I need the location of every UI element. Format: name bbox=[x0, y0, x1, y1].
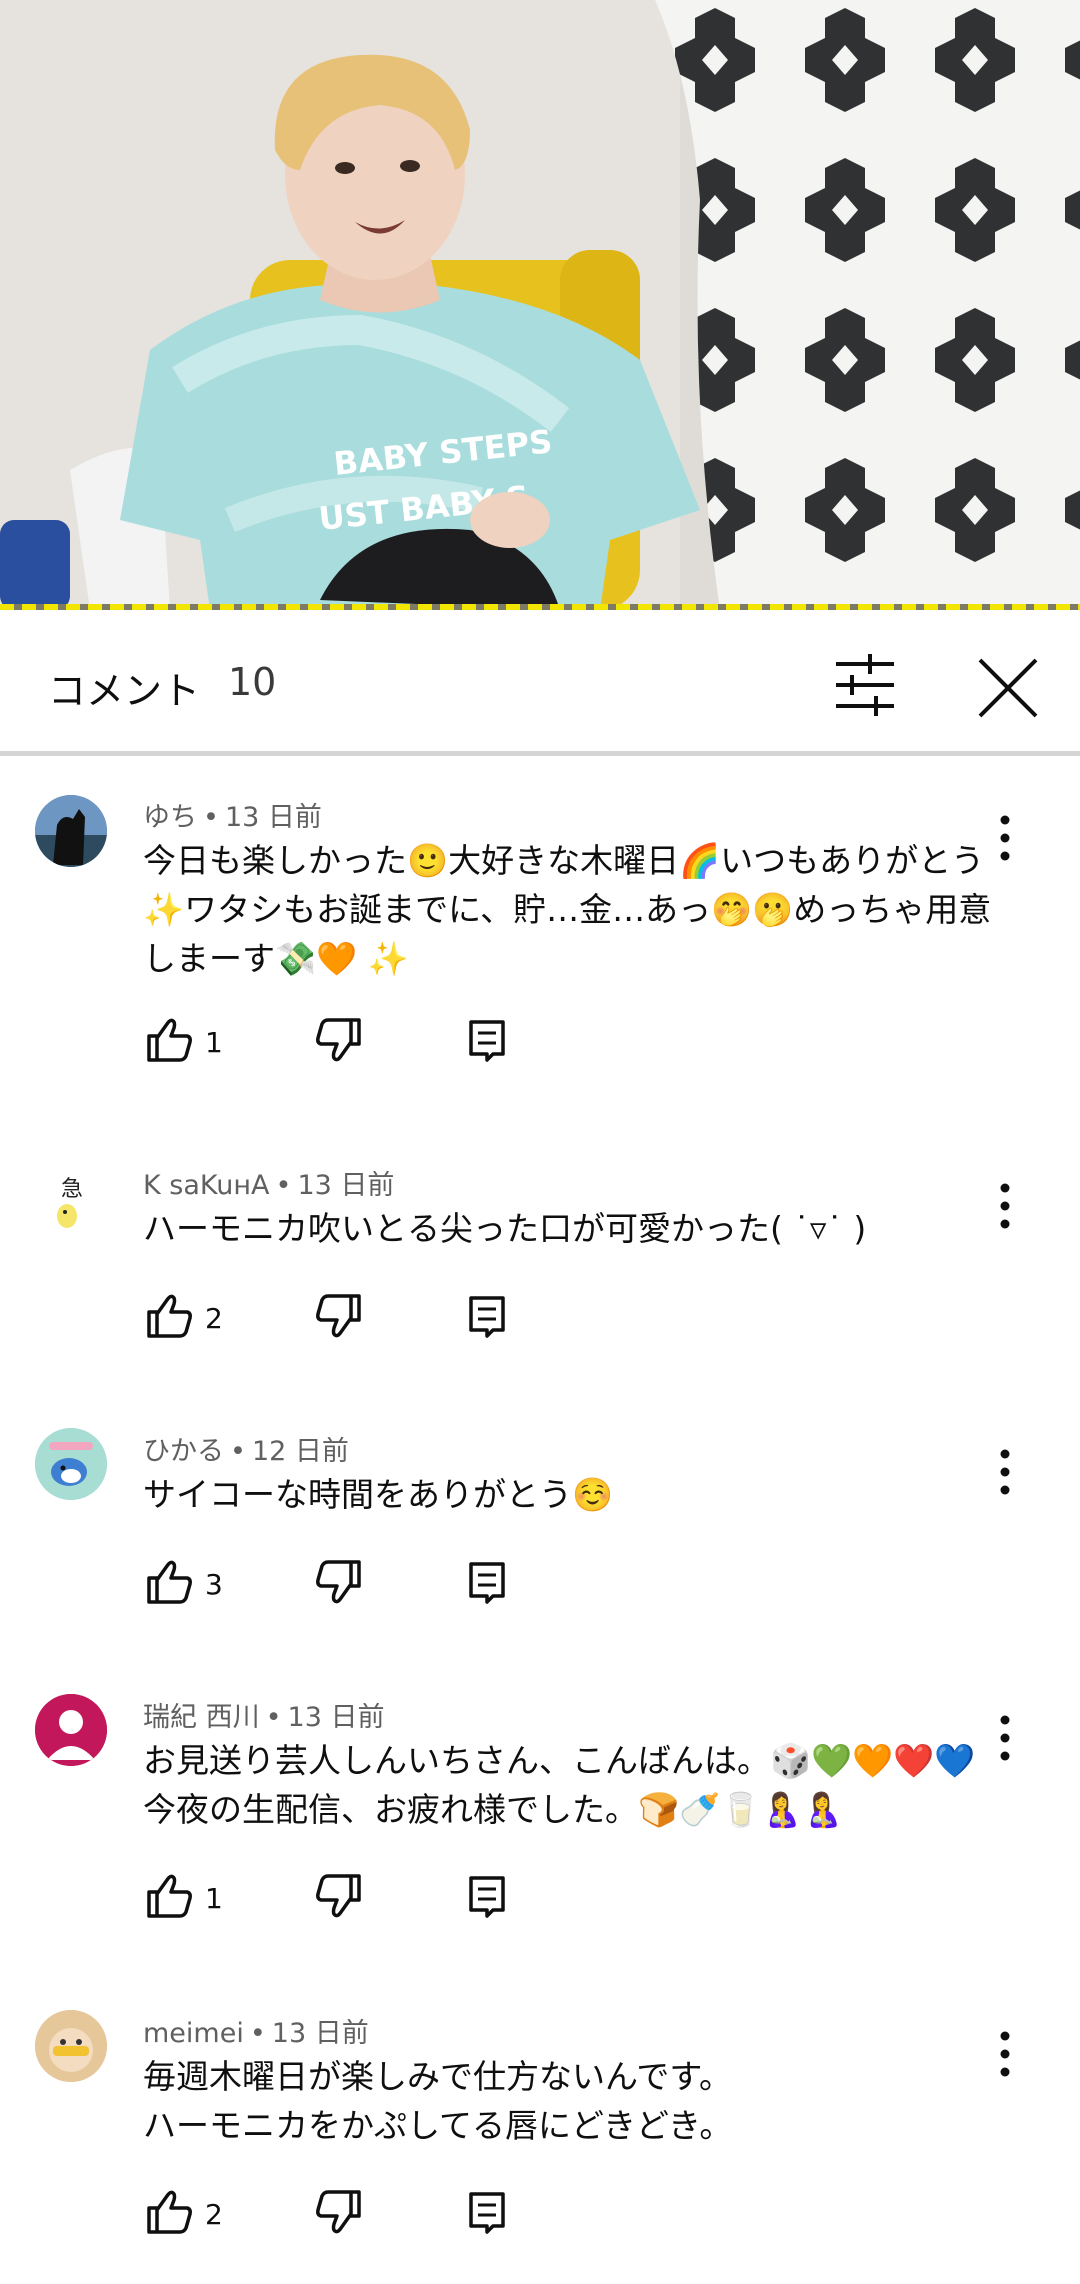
svg-text:急: 急 bbox=[61, 1177, 83, 1202]
thumb-down-icon bbox=[316, 1294, 361, 1338]
comment-actions: 1 bbox=[143, 1870, 563, 1930]
comment-text: ハーモニカ吹いとる尖った口が可愛かった( ˙▿˙ ) bbox=[143, 1209, 867, 1248]
thumb-up-icon bbox=[147, 1874, 192, 1918]
comment-author[interactable]: ひかる bbox=[143, 1436, 224, 1467]
more-vert-icon[interactable] bbox=[985, 1176, 1025, 1236]
video-frame: BABY STEPS UST BABY S bbox=[0, 0, 1080, 610]
comment-text: 今日も楽しかった🙂大好きな木曜日🌈いつもありがとう✨ワタシもお誕までに、貯…金…… bbox=[143, 841, 992, 978]
comment-author[interactable]: meimei bbox=[143, 2018, 244, 2049]
comment-time: 13 日前 bbox=[271, 2018, 369, 2049]
comment-item: ゆち • 13 日前 今日も楽しかった🙂大好きな木曜日🌈いつもありがとう✨ワタシもお… bbox=[0, 790, 1080, 1110]
like-button[interactable]: 2 bbox=[143, 2186, 223, 2238]
comment-time: 12 日前 bbox=[251, 1436, 349, 1467]
comment-author[interactable]: ゆち bbox=[143, 802, 197, 833]
thumb-down-icon bbox=[316, 1874, 361, 1918]
comment-item: ひかる • 12 日前 サイコーな時間をありがとう☺️ 3 bbox=[0, 1424, 1080, 1654]
comment-text: 毎週木曜日が楽しみで仕方ないんです。 ハーモニカをかぷしてる唇にどきどき。 bbox=[143, 2052, 1003, 2150]
thumb-down-icon bbox=[316, 2190, 361, 2234]
thumb-up-icon bbox=[147, 1294, 192, 1338]
comment-item: 急 K saKuнA • 13 日前 ハーモニカ吹いとる尖った口が可愛かった( ˙▿… bbox=[0, 1158, 1080, 1388]
more-vert-icon[interactable] bbox=[985, 2024, 1025, 2084]
comment-actions: 1 bbox=[143, 1014, 563, 1074]
dislike-button[interactable] bbox=[313, 1014, 365, 1066]
sliders-icon[interactable] bbox=[830, 650, 900, 720]
thumb-down-icon bbox=[316, 1560, 361, 1604]
comment-time: 13 日前 bbox=[224, 802, 322, 833]
like-button[interactable]: 3 bbox=[143, 1556, 223, 1608]
more-vert-icon[interactable] bbox=[985, 808, 1025, 868]
like-button[interactable]: 2 bbox=[143, 1290, 223, 1342]
reply-icon bbox=[469, 1562, 505, 1604]
comment-actions: 3 bbox=[143, 1556, 563, 1616]
avatar[interactable] bbox=[35, 2010, 107, 2082]
comment-text: サイコーな時間をありがとう☺️ bbox=[143, 1475, 614, 1514]
avatar[interactable] bbox=[35, 1694, 107, 1766]
like-count: 2 bbox=[205, 2198, 223, 2231]
reply-button[interactable] bbox=[463, 1556, 515, 1608]
like-count: 3 bbox=[205, 1568, 223, 1601]
reply-icon bbox=[469, 2192, 505, 2234]
like-button[interactable]: 1 bbox=[143, 1014, 223, 1066]
video-player[interactable]: BABY STEPS UST BABY S bbox=[0, 0, 1080, 610]
comment-item: 瑞紀 西川 • 13 日前 お見送り芸人しんいちさん、こんばんは。🎲💚🧡❤️💙今夜の… bbox=[0, 1690, 1080, 1970]
thumb-down-icon bbox=[316, 1018, 361, 1062]
comment-item: meimei • 13 日前 毎週木曜日が楽しみで仕方ないんです。 ハーモニカをかぷ… bbox=[0, 2006, 1080, 2284]
reply-button[interactable] bbox=[463, 2186, 515, 2238]
comments-title: コメント bbox=[48, 669, 201, 713]
comment-time: 13 日前 bbox=[297, 1170, 395, 1201]
avatar[interactable]: 急 bbox=[35, 1166, 107, 1238]
comment-text: お見送り芸人しんいちさん、こんばんは。🎲💚🧡❤️💙今夜の生配信、お疲れ様でした。… bbox=[143, 1741, 976, 1829]
like-count: 2 bbox=[205, 1302, 223, 1335]
comments-count: 10 bbox=[228, 660, 277, 704]
dislike-button[interactable] bbox=[313, 1870, 365, 1922]
reply-icon bbox=[469, 1876, 505, 1918]
reply-button[interactable] bbox=[463, 1290, 515, 1342]
comment-text-line: 毎週木曜日が楽しみで仕方ないんです。 bbox=[143, 2057, 733, 2096]
more-vert-icon[interactable] bbox=[985, 1708, 1025, 1768]
more-vert-icon[interactable] bbox=[985, 1442, 1025, 1502]
like-count: 1 bbox=[205, 1882, 223, 1915]
dislike-button[interactable] bbox=[313, 2186, 365, 2238]
thumb-up-icon bbox=[147, 2190, 192, 2234]
reply-button[interactable] bbox=[463, 1014, 515, 1066]
dislike-button[interactable] bbox=[313, 1556, 365, 1608]
comment-time: 13 日前 bbox=[287, 1702, 385, 1733]
close-icon[interactable] bbox=[970, 650, 1046, 726]
like-count: 1 bbox=[205, 1026, 223, 1059]
thumb-up-icon bbox=[147, 1560, 192, 1604]
comment-text-line: ハーモニカをかぷしてる唇にどきどき。 bbox=[143, 2106, 733, 2145]
dislike-button[interactable] bbox=[313, 1290, 365, 1342]
reply-icon bbox=[469, 1296, 505, 1338]
like-button[interactable]: 1 bbox=[143, 1870, 223, 1922]
avatar[interactable] bbox=[35, 1428, 107, 1500]
avatar[interactable] bbox=[35, 795, 107, 867]
comments-header: コメント 10 bbox=[0, 610, 1080, 756]
reply-icon bbox=[469, 1020, 505, 1062]
comment-actions: 2 bbox=[143, 2186, 563, 2246]
comment-author[interactable]: K saKuнA bbox=[143, 1170, 270, 1201]
comment-author[interactable]: 瑞紀 西川 bbox=[143, 1702, 260, 1733]
thumb-up-icon bbox=[147, 1018, 192, 1062]
reply-button[interactable] bbox=[463, 1870, 515, 1922]
comment-actions: 2 bbox=[143, 1290, 563, 1350]
